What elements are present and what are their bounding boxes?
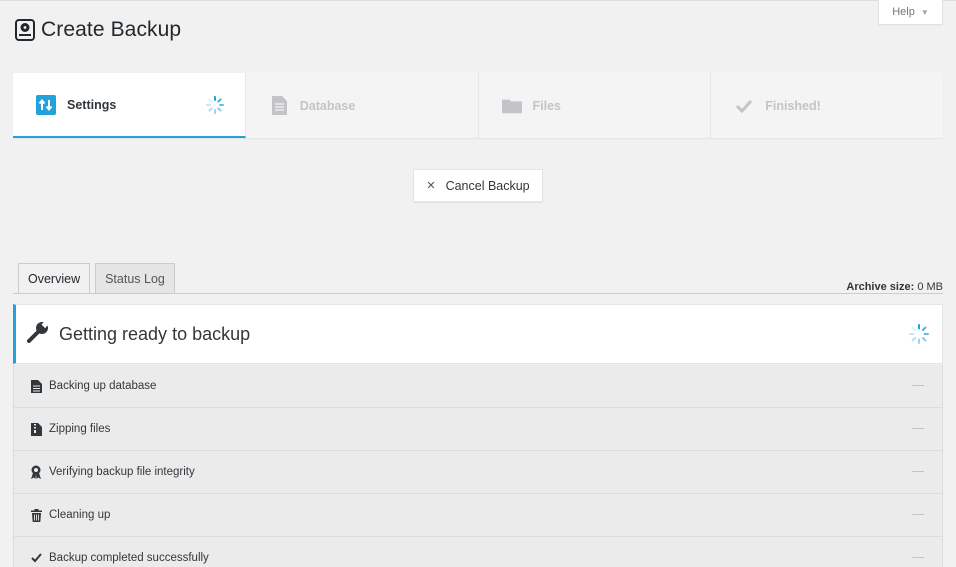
trash-icon (29, 508, 43, 522)
document-icon (29, 379, 43, 393)
tab-divider (13, 293, 943, 294)
tab-status-log[interactable]: Status Log (95, 263, 175, 293)
loading-spinner-icon (205, 96, 224, 117)
step-label: Files (532, 98, 562, 113)
checkmark-icon (734, 96, 754, 116)
checkmark-icon (29, 551, 43, 565)
task-label: Verifying backup file integrity (49, 466, 195, 478)
close-icon: ✕ (426, 180, 436, 192)
list-item: Backup completed successfully (13, 537, 943, 567)
pending-dash-icon (912, 514, 924, 515)
list-item: Backing up database (13, 365, 943, 408)
page-header: Create Backup (15, 18, 181, 42)
wrench-icon (27, 320, 49, 348)
help-tab-button[interactable]: Help ▼ (878, 0, 943, 25)
caret-down-icon: ▼ (920, 7, 929, 17)
sort-arrows-icon (36, 94, 56, 115)
task-label: Cleaning up (49, 509, 111, 521)
page-title: Create Backup (41, 18, 182, 41)
folder-icon (501, 96, 522, 116)
list-item: Cleaning up (13, 494, 943, 537)
step-label: Settings (67, 97, 117, 112)
step-finished[interactable]: Finished! (711, 73, 943, 138)
loading-spinner-icon (909, 324, 929, 349)
step-label: Finished! (765, 98, 821, 113)
step-settings[interactable]: Settings (13, 73, 246, 138)
step-database[interactable]: Database (246, 73, 479, 138)
step-label: Database (299, 98, 356, 113)
task-label: Backing up database (49, 380, 157, 392)
cancel-backup-button[interactable]: ✕ Cancel Backup (413, 169, 543, 202)
view-tabs: Overview Status Log (18, 263, 175, 294)
pending-dash-icon (912, 428, 924, 429)
task-label: Zipping files (49, 423, 111, 435)
archive-size-value: 0 MB (917, 281, 943, 293)
help-label: Help (892, 6, 915, 18)
pending-dash-icon (912, 471, 924, 472)
archive-size-label: Archive size: (846, 281, 915, 293)
task-label: Backup completed successfully (49, 552, 209, 564)
pending-dash-icon (912, 385, 924, 386)
backup-drive-icon (15, 19, 35, 41)
cancel-backup-label: Cancel Backup (445, 178, 530, 193)
archive-size: Archive size: 0 MB (846, 281, 943, 293)
task-list: Backing up database Zipping files Verify… (13, 365, 943, 567)
status-panel: Getting ready to backup (13, 304, 943, 364)
step-files[interactable]: Files (479, 73, 712, 138)
tab-overview[interactable]: Overview (18, 263, 91, 294)
status-title: Getting ready to backup (59, 323, 251, 344)
backup-steps: Settings Database Files Finished! (13, 73, 943, 138)
zip-file-icon (29, 422, 43, 436)
document-icon (269, 96, 289, 116)
pending-dash-icon (912, 557, 924, 558)
ribbon-award-icon (29, 465, 43, 479)
list-item: Zipping files (13, 408, 943, 451)
list-item: Verifying backup file integrity (13, 451, 943, 494)
